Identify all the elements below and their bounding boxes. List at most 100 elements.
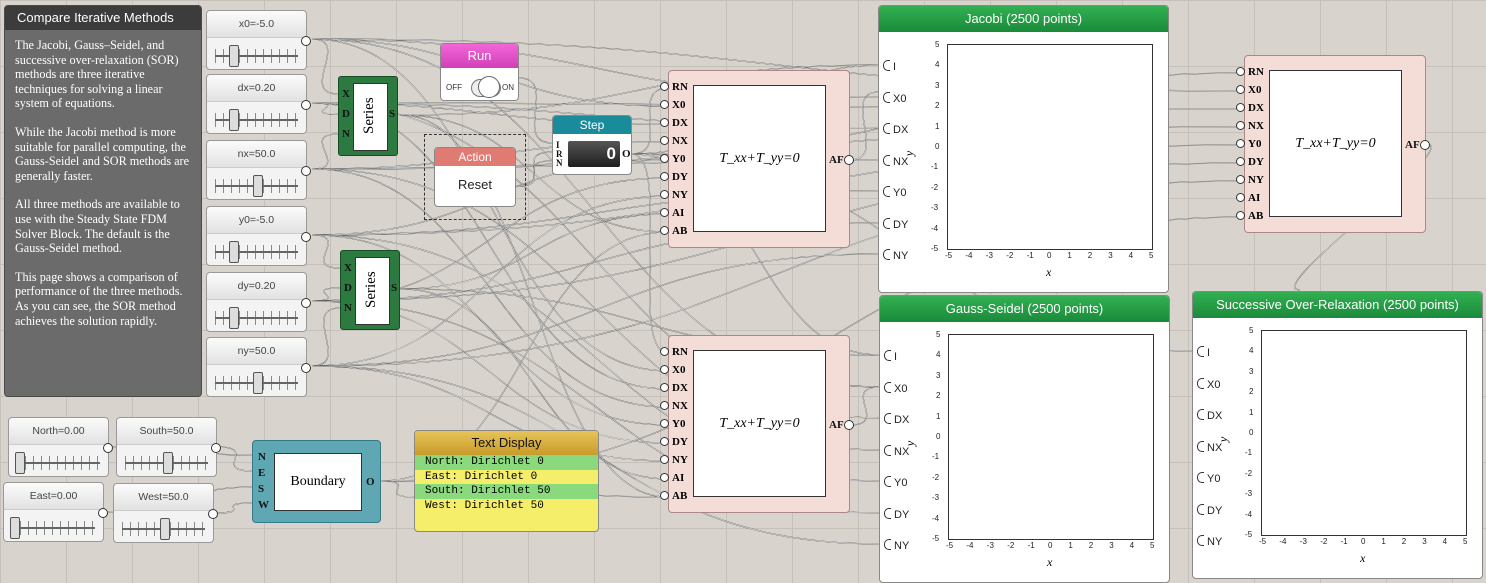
text-display-block[interactable]: Text Display North: Dirichlet 0 East: Di… [414,430,599,532]
slider-nx[interactable]: nx=50.0 [206,140,311,200]
plot-jacobi[interactable]: Jacobi (2500 points) I X0 DX NX Y0 DY NY -5 -4 -3… [878,5,1169,293]
output-port[interactable] [208,509,218,519]
slider-north[interactable]: North=0.00 [8,417,113,477]
run-toggle-block[interactable]: Run OFF ON [440,43,519,101]
slider-dy[interactable]: dy=0.20 [206,272,311,332]
plot-sor[interactable]: Successive Over-Relaxation (2500 points)… [1192,291,1483,579]
plot-input-y0[interactable]: Y0 [1197,472,1220,485]
output-port[interactable] [98,508,108,518]
solver-input-y0[interactable]: Y0 [660,153,685,165]
solver-input-ai[interactable]: AI [1236,192,1260,204]
solver-input-x0[interactable]: X0 [660,99,685,111]
plot-input-x0[interactable]: X0 [883,91,906,105]
plot-input-dx[interactable]: DX [883,123,908,136]
slider-east[interactable]: East=0.00 [3,482,108,542]
slider-x0[interactable]: x0=-5.0 [206,10,311,70]
solver-input-rn[interactable]: RN [660,81,688,93]
solver-input-dx[interactable]: DX [660,117,688,129]
plot-input-i[interactable]: I [883,60,896,73]
solver-input-ai[interactable]: AI [660,207,684,219]
plot-input-nx[interactable]: NX [884,444,909,458]
slider-knob[interactable] [15,452,25,474]
output-port[interactable] [301,298,311,308]
slider-ny[interactable]: ny=50.0 [206,337,311,397]
solver-input-dx[interactable]: DX [660,382,688,394]
output-port[interactable] [301,100,311,110]
solver-input-ab[interactable]: AB [660,225,687,237]
solver-input-ab[interactable]: AB [660,490,687,502]
wire [849,91,880,161]
plot-input-dx[interactable]: DX [1197,409,1222,422]
solver-input-ab[interactable]: AB [1236,210,1263,222]
output-port[interactable] [301,166,311,176]
output-port[interactable] [844,155,854,165]
action-block[interactable]: Action Reset [434,147,516,207]
solver-input-dy[interactable]: DY [660,436,688,448]
solver-input-dx[interactable]: DX [1236,102,1264,114]
slider-knob[interactable] [229,241,239,263]
output-port[interactable] [301,36,311,46]
slider-knob[interactable] [253,175,263,197]
solver-input-x0[interactable]: X0 [660,364,685,376]
output-port[interactable] [211,443,221,453]
slider-knob[interactable] [229,307,239,329]
step-block[interactable]: Step I R N 0 O [552,115,632,175]
solver-block-jacobi[interactable]: T_xx+T_yy=0 AF RN X0 DX NX Y0 DY NY AI AB [660,70,854,248]
solver-input-ny[interactable]: NY [660,189,688,201]
series-block-x[interactable]: Series X D N S [338,76,398,156]
solver-input-y0[interactable]: Y0 [1236,138,1261,150]
solver-input-dy[interactable]: DY [660,171,688,183]
output-port[interactable] [301,232,311,242]
slider-label: dy=0.20 [207,273,306,300]
slider-dx[interactable]: dx=0.20 [206,74,311,134]
plot-input-ny[interactable]: NY [884,539,909,552]
output-port[interactable] [103,443,113,453]
series-block-y[interactable]: Series X D N S [340,250,400,330]
slider-south[interactable]: South=50.0 [116,417,221,477]
solver-input-ai[interactable]: AI [660,472,684,484]
plot-input-nx[interactable]: NX [883,154,908,168]
plot-gauss-seidel[interactable]: Gauss-Seidel (2500 points) I X0 DX NX Y0 DY NY… [879,295,1170,583]
solver-input-ny[interactable]: NY [660,454,688,466]
port-label: W [258,499,269,511]
slider-y0[interactable]: y0=-5.0 [206,206,311,266]
output-port[interactable] [1420,140,1430,150]
solver-input-nx[interactable]: NX [660,400,688,412]
run-switch-knob[interactable] [478,76,500,98]
slider-knob[interactable] [163,452,173,474]
solver-input-rn[interactable]: RN [660,346,688,358]
solver-input-dy[interactable]: DY [1236,156,1264,168]
plot-input-i[interactable]: I [1197,346,1210,359]
solver-input-y0[interactable]: Y0 [660,418,685,430]
solver-input-x0[interactable]: X0 [1236,84,1261,96]
plot-input-dy[interactable]: DY [883,217,908,231]
slider-knob[interactable] [229,45,239,67]
plot-input-dx[interactable]: DX [884,413,909,426]
slider-knob[interactable] [229,109,239,131]
plot-input-x0[interactable]: X0 [1197,377,1220,391]
solver-input-ny[interactable]: NY [1236,174,1264,186]
solver-block-gauss-seidel[interactable]: T_xx+T_yy=0 AF RN X0 DX NX Y0 DY NY AI AB [660,335,854,513]
slider-west[interactable]: West=50.0 [113,483,218,543]
slider-knob[interactable] [253,372,263,394]
slider-knob[interactable] [160,518,170,540]
plot-input-dy[interactable]: DY [1197,503,1222,517]
plot-input-ny[interactable]: NY [883,249,908,262]
solver-input-rn[interactable]: RN [1236,66,1264,78]
plot-input-x0[interactable]: X0 [884,381,907,395]
plot-input-nx[interactable]: NX [1197,440,1222,454]
boundary-block[interactable]: Boundary N E S W O [252,440,381,523]
output-port[interactable] [844,420,854,430]
slider-knob[interactable] [10,517,20,539]
y-tick-label: -3 [931,203,939,213]
reset-button[interactable]: Reset [435,166,515,204]
output-port[interactable] [301,363,311,373]
plot-input-y0[interactable]: Y0 [884,476,907,489]
plot-input-dy[interactable]: DY [884,507,909,521]
plot-input-ny[interactable]: NY [1197,535,1222,548]
solver-input-nx[interactable]: NX [1236,120,1264,132]
solver-block-sor[interactable]: T_xx+T_yy=0 AF RN X0 DX NX Y0 DY NY AI AB [1236,55,1430,233]
plot-input-y0[interactable]: Y0 [883,186,906,199]
solver-input-nx[interactable]: NX [660,135,688,147]
plot-input-i[interactable]: I [884,350,897,363]
